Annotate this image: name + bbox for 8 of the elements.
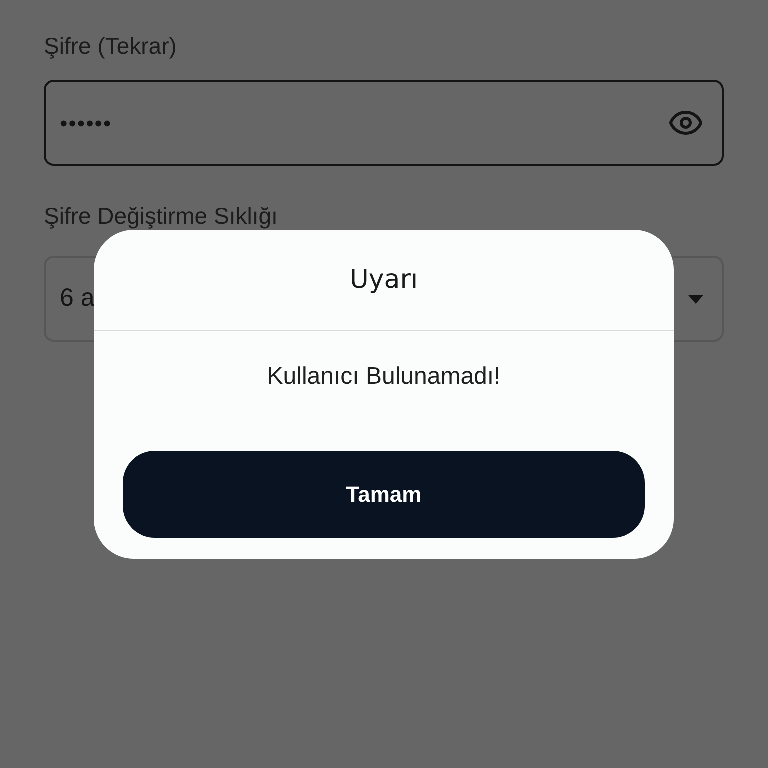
caret-down-icon	[688, 294, 704, 304]
field-label: Şifre (Tekrar)	[44, 32, 177, 60]
field-label: Şifre Değiştirme Sıklığı	[44, 204, 278, 228]
dialog-message: Kullanıcı Bulunamadı!	[267, 363, 501, 391]
dialog-title: Uyarı	[350, 264, 418, 296]
field-value: ••••••	[60, 110, 112, 138]
ok-button[interactable]: Tamam	[123, 451, 645, 538]
field-value: 6 a	[60, 283, 95, 314]
